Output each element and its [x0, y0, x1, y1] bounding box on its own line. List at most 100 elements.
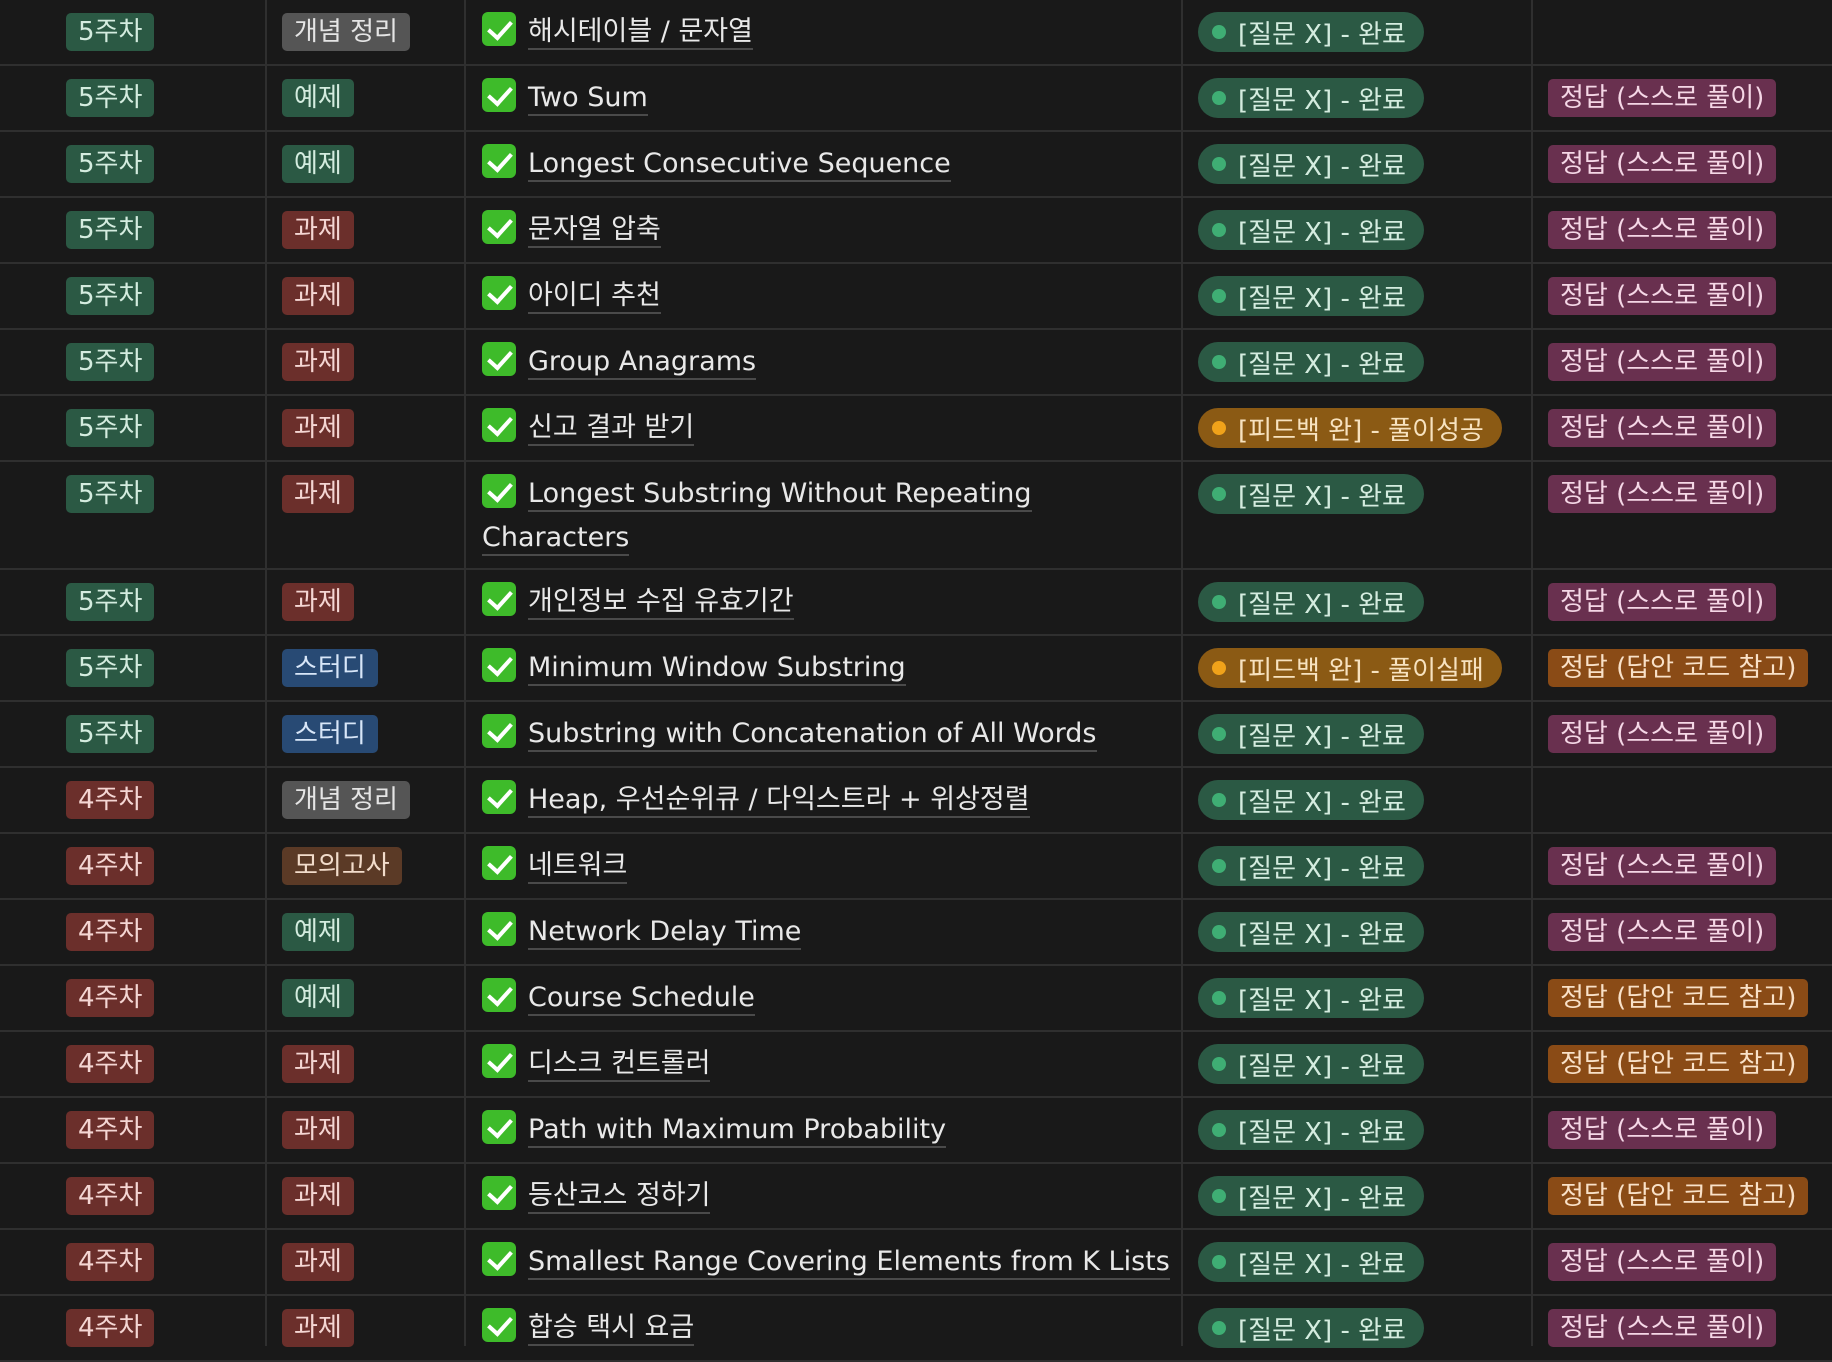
check-mark-button-icon [482, 78, 516, 112]
table-row[interactable]: 4주차 과제 Smallest Range Covering Elements fr… [0, 1230, 1832, 1296]
status-badge: [질문 X] - 완료 [1198, 144, 1424, 184]
answer-tag: 정답 (답안 코드 참고) [1548, 1177, 1809, 1215]
title-cell[interactable]: 신고 결과 받기 [482, 396, 1172, 450]
category-tag: 과제 [282, 1045, 354, 1083]
title-cell[interactable]: 개인정보 수집 유효기간 [482, 570, 1172, 624]
answer-tag: 정답 (스스로 풀이) [1548, 715, 1777, 753]
status-cell: [질문 X] - 완료 [1198, 768, 1424, 820]
category-tag: 과제 [282, 1177, 354, 1215]
table-row[interactable]: 5주차 개념 정리 해시테이블 / 문자열 [질문 X] - 완료 [0, 0, 1832, 66]
title-cell[interactable]: Longest Substring Without Repeating Char… [482, 462, 1172, 560]
table-row[interactable]: 4주차 개념 정리 Heap, 우선순위큐 / 다익스트라 + 위상정렬 [질문 X]… [0, 768, 1832, 834]
table-row[interactable]: 5주차 과제 신고 결과 받기 [피드백 완] - 풀이성공 정답 (스스로 풀이) [0, 396, 1832, 462]
category-tag: 스터디 [282, 715, 378, 753]
table-row[interactable]: 5주차 과제 개인정보 수집 유효기간 [질문 X] - 완료 정답 (스스로 풀이) [0, 570, 1832, 636]
problem-title[interactable]: 아이디 추천 [528, 280, 661, 314]
answer-cell: 정답 (스스로 풀이) [1548, 462, 1777, 513]
problem-title[interactable]: Path with Maximum Probability [528, 1114, 947, 1148]
table-row[interactable]: 5주차 예제 Longest Consecutive Sequence [질문 X] … [0, 132, 1832, 198]
table-row[interactable]: 4주차 모의고사 네트워크 [질문 X] - 완료 정답 (스스로 풀이) [0, 834, 1832, 900]
week-cell: 4주차 [66, 1032, 155, 1083]
status-badge: [질문 X] - 완료 [1198, 276, 1424, 316]
title-cell[interactable]: Smallest Range Covering Elements from K … [482, 1230, 1172, 1284]
status-label: [질문 X] - 완료 [1238, 919, 1406, 950]
title-cell[interactable]: Heap, 우선순위큐 / 다익스트라 + 위상정렬 [482, 768, 1172, 822]
problem-title[interactable]: Heap, 우선순위큐 / 다익스트라 + 위상정렬 [528, 784, 1030, 818]
title-cell[interactable]: Substring with Concatenation of All Word… [482, 702, 1172, 756]
problem-title[interactable]: 합승 택시 요금 [528, 1312, 695, 1346]
table-row[interactable]: 5주차 과제 Group Anagrams [질문 X] - 완료 정답 (스스로 풀이… [0, 330, 1832, 396]
title-cell[interactable]: Course Schedule [482, 966, 1172, 1020]
problem-title[interactable]: Longest Substring Without Repeating Char… [482, 478, 1032, 556]
answer-cell: 정답 (스스로 풀이) [1548, 570, 1777, 621]
table-row[interactable]: 4주차 과제 등산코스 정하기 [질문 X] - 완료 정답 (답안 코드 참고) [0, 1164, 1832, 1230]
table-row[interactable]: 5주차 과제 문자열 압축 [질문 X] - 완료 정답 (스스로 풀이) [0, 198, 1832, 264]
status-badge: [질문 X] - 완료 [1198, 474, 1424, 514]
table-row[interactable]: 5주차 스터디 Minimum Window Substring [피드백 완] - … [0, 636, 1832, 702]
status-label: [질문 X] - 완료 [1238, 985, 1406, 1016]
status-badge: [질문 X] - 완료 [1198, 1110, 1424, 1150]
status-badge: [질문 X] - 완료 [1198, 912, 1424, 952]
problem-title[interactable]: Substring with Concatenation of All Word… [528, 718, 1097, 752]
problem-title[interactable]: Longest Consecutive Sequence [528, 148, 951, 182]
answer-tag: 정답 (답안 코드 참고) [1548, 979, 1809, 1017]
week-cell: 5주차 [66, 702, 155, 753]
week-cell: 5주차 [66, 132, 155, 183]
table-row[interactable]: 5주차 과제 아이디 추천 [질문 X] - 완료 정답 (스스로 풀이) [0, 264, 1832, 330]
week-cell: 5주차 [66, 330, 155, 381]
problem-title[interactable]: 신고 결과 받기 [528, 412, 695, 446]
title-cell[interactable]: Path with Maximum Probability [482, 1098, 1172, 1152]
problem-title[interactable]: Minimum Window Substring [528, 652, 906, 686]
title-cell[interactable]: 디스크 컨트롤러 [482, 1032, 1172, 1086]
title-cell[interactable]: 네트워크 [482, 834, 1172, 888]
problem-title[interactable]: Smallest Range Covering Elements from K … [528, 1246, 1170, 1280]
title-cell[interactable]: Group Anagrams [482, 330, 1172, 384]
status-badge: [피드백 완] - 풀이실패 [1198, 648, 1502, 688]
problem-title[interactable]: 문자열 압축 [528, 214, 661, 248]
problem-title[interactable]: 개인정보 수집 유효기간 [528, 586, 794, 620]
problem-title[interactable]: Group Anagrams [528, 346, 757, 380]
status-cell: [질문 X] - 완료 [1198, 702, 1424, 754]
title-cell[interactable]: Network Delay Time [482, 900, 1172, 954]
problem-title[interactable]: 디스크 컨트롤러 [528, 1048, 711, 1082]
title-cell[interactable]: 문자열 압축 [482, 198, 1172, 252]
problem-title[interactable]: 등산코스 정하기 [528, 1180, 711, 1214]
status-dot-icon [1212, 25, 1226, 39]
week-cell: 4주차 [66, 834, 155, 885]
table-row[interactable]: 4주차 예제 Network Delay Time [질문 X] - 완료 정답 (스스… [0, 900, 1832, 966]
title-cell[interactable]: 등산코스 정하기 [482, 1164, 1172, 1218]
week-cell: 4주차 [66, 1164, 155, 1215]
title-cell[interactable]: Longest Consecutive Sequence [482, 132, 1172, 186]
problem-title[interactable]: Network Delay Time [528, 916, 802, 950]
problem-title[interactable]: Course Schedule [528, 982, 755, 1016]
table-row[interactable]: 5주차 스터디 Substring with Concatenation of Al… [0, 702, 1832, 768]
answer-tag: 정답 (스스로 풀이) [1548, 79, 1777, 117]
table-row[interactable]: 5주차 예제 Two Sum [질문 X] - 완료 정답 (스스로 풀이) [0, 66, 1832, 132]
title-cell[interactable]: 합승 택시 요금 [482, 1296, 1172, 1350]
status-cell: [질문 X] - 완료 [1198, 66, 1424, 118]
answer-cell: 정답 (스스로 풀이) [1548, 132, 1777, 183]
status-badge: [질문 X] - 완료 [1198, 978, 1424, 1018]
answer-tag: 정답 (스스로 풀이) [1548, 211, 1777, 249]
check-mark-button-icon [482, 276, 516, 310]
problem-title[interactable]: 네트워크 [528, 850, 628, 884]
table-row[interactable]: 4주차 과제 Path with Maximum Probability [질문 X]… [0, 1098, 1832, 1164]
table-row[interactable]: 4주차 과제 합승 택시 요금 [질문 X] - 완료 정답 (스스로 풀이) [0, 1296, 1832, 1362]
title-cell[interactable]: 해시테이블 / 문자열 [482, 0, 1172, 54]
status-cell: [질문 X] - 완료 [1198, 966, 1424, 1018]
problem-title[interactable]: Two Sum [528, 82, 648, 116]
title-cell[interactable]: Two Sum [482, 66, 1172, 120]
status-dot-icon [1212, 1189, 1226, 1203]
status-badge: [질문 X] - 완료 [1198, 846, 1424, 886]
table-row[interactable]: 5주차 과제 Longest Substring Without Repeating… [0, 462, 1832, 570]
table-row[interactable]: 4주차 예제 Course Schedule [질문 X] - 완료 정답 (답안 코드… [0, 966, 1832, 1032]
category-tag: 과제 [282, 1243, 354, 1281]
problem-title[interactable]: 해시테이블 / 문자열 [528, 16, 753, 50]
title-cell[interactable]: 아이디 추천 [482, 264, 1172, 318]
table-row[interactable]: 4주차 과제 디스크 컨트롤러 [질문 X] - 완료 정답 (답안 코드 참고) [0, 1032, 1832, 1098]
title-cell[interactable]: Minimum Window Substring [482, 636, 1172, 690]
answer-cell: 정답 (스스로 풀이) [1548, 330, 1777, 381]
answer-tag: 정답 (스스로 풀이) [1548, 409, 1777, 447]
answer-tag: 정답 (스스로 풀이) [1548, 1309, 1777, 1347]
status-cell: [질문 X] - 완료 [1198, 0, 1424, 52]
